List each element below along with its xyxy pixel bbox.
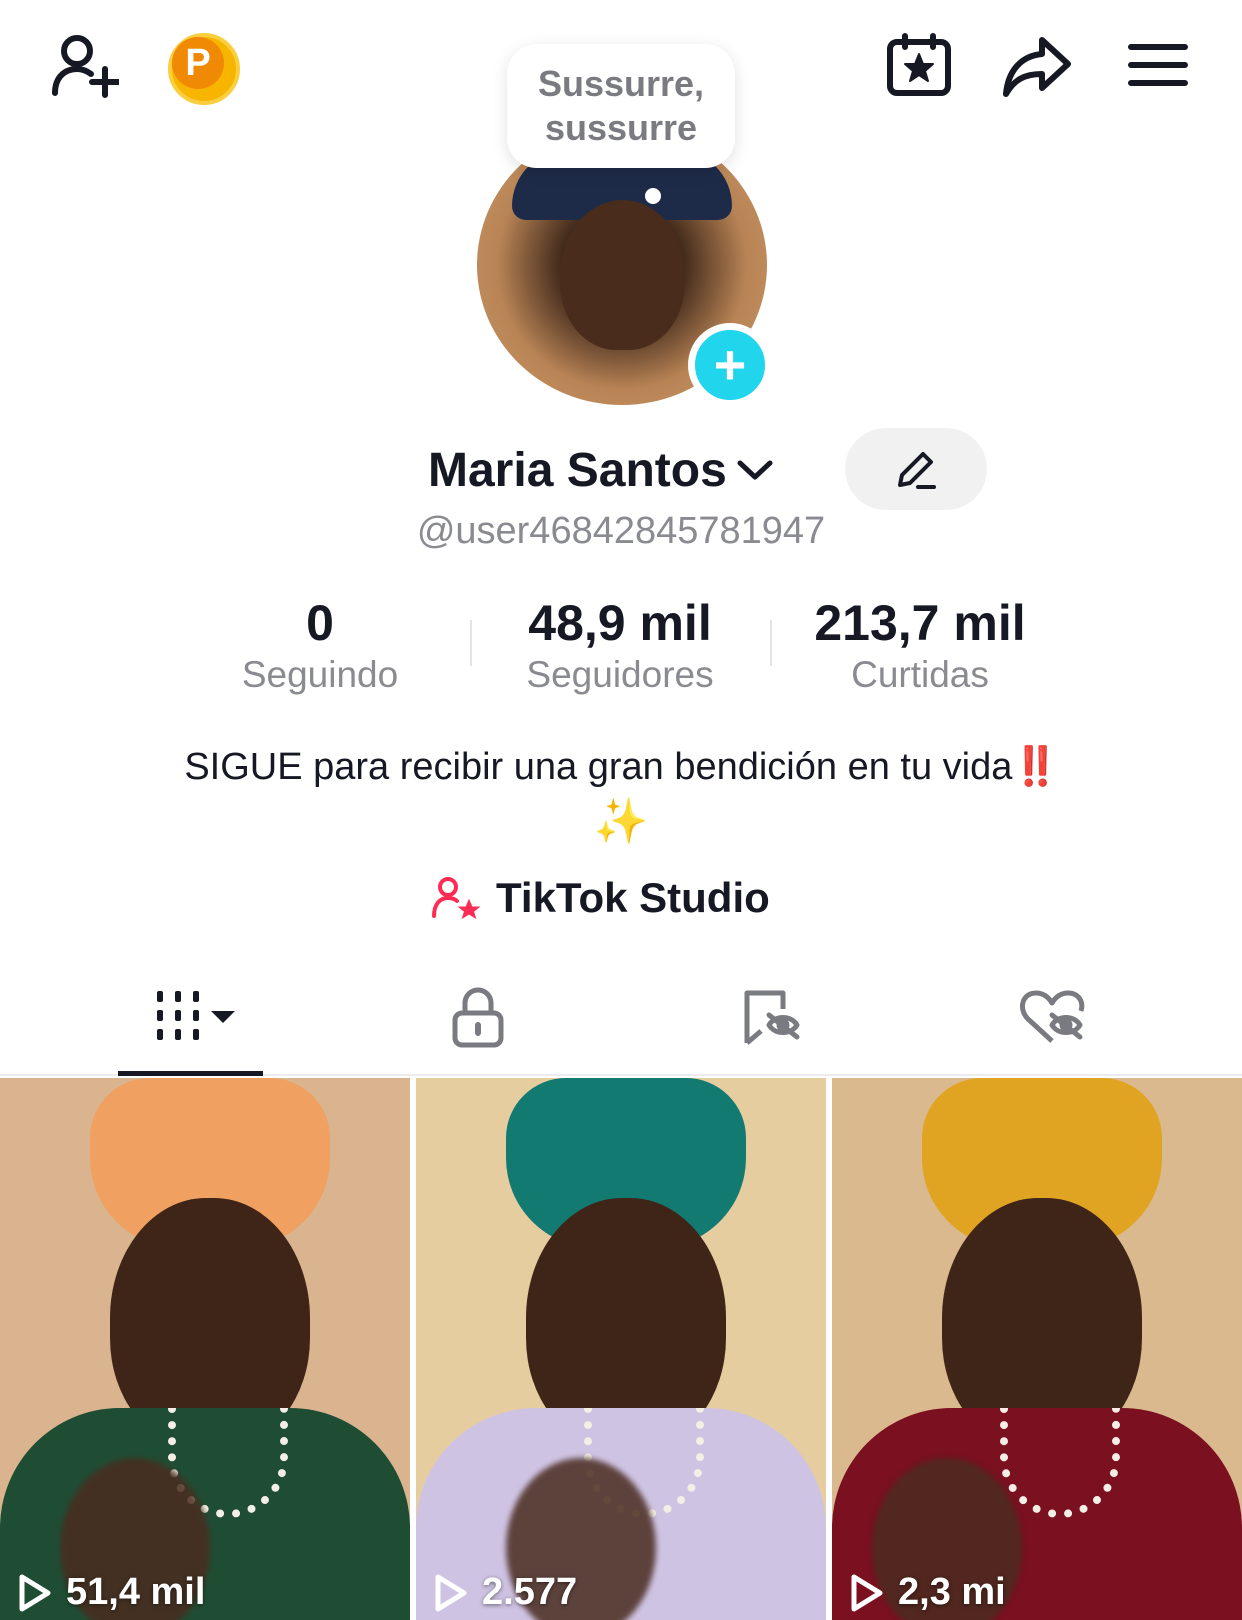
stat-value: 213,7 mil — [814, 595, 1026, 651]
play-icon — [851, 1574, 883, 1611]
video-thumbnail[interactable]: 51,4 mil — [0, 1078, 410, 1620]
coin-letter: P — [172, 37, 224, 89]
play-icon — [19, 1574, 51, 1611]
bio: SIGUE para recibir una gran bendición en… — [60, 742, 1182, 792]
profile-name: Maria Santos — [428, 443, 727, 497]
user-star-icon — [432, 877, 481, 920]
stat-value: 48,9 mil — [528, 595, 712, 651]
view-count-text: 2.577 — [482, 1571, 578, 1613]
stat-followers[interactable]: 48,9 mil Seguidores — [490, 592, 750, 696]
liked-hidden-icon — [1019, 990, 1085, 1043]
share-icon[interactable] — [1000, 32, 1074, 100]
sparkles-emoji: ✨ — [593, 797, 649, 846]
name-row[interactable]: Maria Santos — [428, 440, 775, 500]
double-exclamation-emoji: ‼️ — [1012, 746, 1059, 788]
stat-likes[interactable]: 213,7 mil Curtidas — [790, 592, 1050, 696]
stat-following[interactable]: 0 Seguindo — [190, 592, 450, 696]
chevron-down-icon — [737, 460, 773, 480]
calendar-star-icon[interactable] — [884, 30, 954, 100]
pencil-icon — [898, 452, 936, 489]
stat-value: 0 — [306, 595, 334, 651]
lock-icon — [452, 987, 504, 1048]
coin-badge[interactable]: P — [168, 33, 240, 105]
view-count-text: 2,3 mi — [898, 1571, 1006, 1613]
stat-divider — [770, 620, 772, 666]
video-grid: 51,4 mil 2.577 2,3 mi — [0, 1078, 1242, 1620]
video-thumbnail[interactable]: 2,3 mi — [832, 1078, 1242, 1620]
view-count: 2,3 mi — [850, 1571, 1006, 1614]
videos-grid-icon — [157, 991, 235, 1040]
add-story-button[interactable]: + — [688, 323, 772, 407]
view-count-text: 51,4 mil — [66, 1571, 206, 1613]
view-count: 2.577 — [434, 1571, 577, 1614]
bio-text: SIGUE para recibir una gran bendición en… — [184, 746, 1013, 788]
menu-icon[interactable] — [1126, 40, 1190, 90]
tab-liked[interactable] — [1016, 982, 1088, 1052]
avatar-face — [560, 200, 685, 350]
tab-videos[interactable] — [138, 985, 248, 1045]
active-tab-indicator — [118, 1071, 263, 1076]
play-icon — [435, 1574, 467, 1611]
saved-hidden-icon — [744, 990, 800, 1045]
add-friend-icon[interactable] — [44, 30, 124, 102]
status-bubble[interactable]: Sussurre, sussurre — [507, 44, 735, 168]
stat-label: Curtidas — [851, 654, 989, 695]
profile-handle: @user46842845781947 — [416, 510, 826, 552]
view-count: 51,4 mil — [18, 1571, 205, 1614]
bubble-tail — [645, 188, 661, 204]
stat-label: Seguidores — [526, 654, 714, 695]
tiktok-studio-link[interactable]: TikTok Studio — [432, 870, 770, 926]
video-thumbnail[interactable]: 2.577 — [416, 1078, 826, 1620]
stat-divider — [470, 620, 472, 666]
edit-profile-button[interactable] — [845, 428, 987, 510]
stat-label: Seguindo — [241, 654, 399, 695]
studio-label: TikTok Studio — [496, 874, 770, 921]
tab-private[interactable] — [446, 982, 510, 1052]
tab-reposts[interactable] — [736, 982, 806, 1052]
